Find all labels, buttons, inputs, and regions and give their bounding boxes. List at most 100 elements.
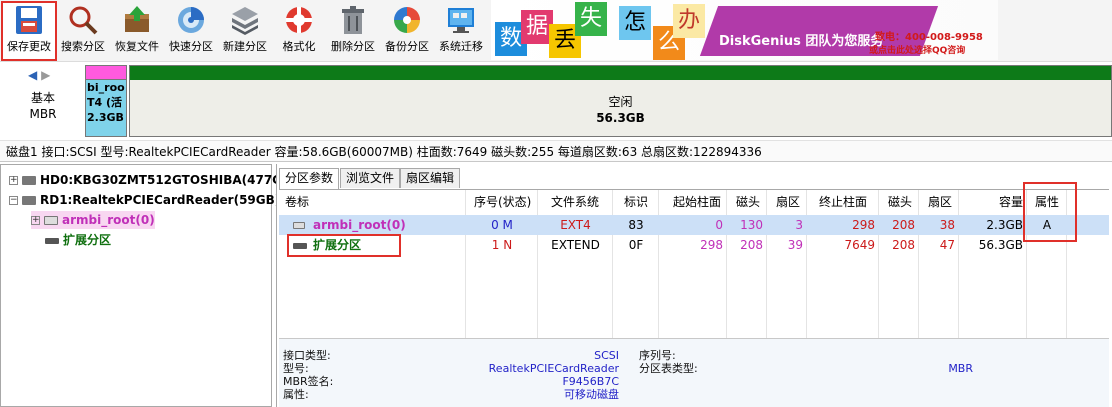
tree-item-rd1[interactable]: − RD1:RealtekPCIECardReader(59GB) xyxy=(9,191,280,209)
cell-start-cylinder: 0 xyxy=(715,218,723,232)
tab-sector-edit[interactable]: 扇区编辑 xyxy=(400,168,461,188)
cell-volume-label: armbi_root(0) xyxy=(313,218,406,232)
column-header[interactable]: 标识 xyxy=(624,190,648,215)
banner-tile: 怎 xyxy=(619,6,651,40)
column-header[interactable]: 序号(状态) xyxy=(474,190,531,215)
disk-info-bar: 磁盘1 接口:SCSI 型号:RealtekPCIECardReader 容量:… xyxy=(0,140,1112,162)
search-partition-button[interactable]: 搜索分区 xyxy=(56,2,110,60)
tab-browse-files[interactable]: 浏览文件 xyxy=(340,168,401,188)
banner-brand: DiskGenius 团队为您服务 xyxy=(719,34,884,49)
column-header[interactable]: 扇区 xyxy=(928,190,952,215)
delete-partition-button[interactable]: 删除分区 xyxy=(326,2,380,60)
cell-capacity: 2.3GB xyxy=(986,218,1023,232)
tree-item-extended-partition[interactable]: 扩展分区 xyxy=(45,231,111,249)
tree-item-label: armbi_root(0) xyxy=(62,213,155,227)
prop-label: 分区表类型: xyxy=(639,362,698,375)
free-space-size: 56.3GB xyxy=(596,111,645,125)
partition-icon xyxy=(44,216,58,225)
next-disk-icon[interactable]: ▶ xyxy=(41,68,50,82)
cell-capacity: 56.3GB xyxy=(978,238,1023,252)
promo-banner[interactable]: 数 据 丢 失 怎 么 办 DiskGenius 团队为您服务 致电：400-0… xyxy=(491,0,998,60)
disk-tree[interactable]: + HD0:KBG30ZMT512GTOSHIBA(477GB) − RD1:Rea… xyxy=(0,164,297,407)
partition-block-line3: 2.3GB xyxy=(87,111,124,124)
column-header[interactable]: 终止柱面 xyxy=(819,190,867,215)
prop-label: 序列号: xyxy=(639,349,676,362)
cell-id: 83 xyxy=(628,218,644,232)
system-migrate-label: 系统迁移 xyxy=(439,40,483,53)
new-partition-label: 新建分区 xyxy=(223,40,267,53)
cell-id: 0F xyxy=(628,238,644,252)
column-header[interactable]: 扇区 xyxy=(776,190,800,215)
tree-item-armbi-root[interactable]: + armbi_root(0) xyxy=(31,211,155,229)
prop-label: 属性: xyxy=(283,388,309,401)
quick-partition-button[interactable]: 快速分区 xyxy=(164,2,218,60)
cell-start-head: 208 xyxy=(740,238,763,252)
cell-end-head: 208 xyxy=(892,218,915,232)
cell-start-sector: 3 xyxy=(795,218,803,232)
format-icon xyxy=(283,4,315,36)
partition-block-line2: T4 (活 xyxy=(87,96,123,109)
new-partition-icon xyxy=(229,4,261,36)
table-row[interactable]: 扩展分区 1 N EXTEND 0F 298 208 39 7649 208 4… xyxy=(279,235,1109,255)
highlight-box xyxy=(287,234,401,257)
quick-partition-icon xyxy=(175,4,207,36)
recover-files-button[interactable]: 恢复文件 xyxy=(110,2,164,60)
properties-pane: 接口类型: 型号: MBR签名: 属性: SCSI RealtekPCIECar… xyxy=(279,338,1109,407)
format-button[interactable]: 格式化 xyxy=(272,2,326,60)
free-space-block[interactable]: 空闲 56.3GB xyxy=(129,65,1112,137)
column-header[interactable]: 卷标 xyxy=(285,190,309,215)
banner-phone: 致电：400-008-9958 xyxy=(875,32,983,43)
cell-index: 0 M xyxy=(491,218,513,232)
search-partition-label: 搜索分区 xyxy=(61,40,105,53)
disk-map: ◀ ▶ 基本 MBR bi_roo T4 (活 2.3GB 空闲 56.3GB xyxy=(0,62,1112,138)
system-migrate-button[interactable]: 系统迁移 xyxy=(434,2,488,60)
system-migrate-icon xyxy=(445,4,477,36)
banner-tile: 办 xyxy=(673,4,705,38)
cell-start-head: 130 xyxy=(740,218,763,232)
collapse-icon[interactable]: − xyxy=(9,196,18,205)
partition-block-armbi-root[interactable]: bi_roo T4 (活 2.3GB xyxy=(85,65,127,137)
extended-partition-icon xyxy=(45,237,59,244)
partition-icon xyxy=(293,222,305,229)
format-label: 格式化 xyxy=(282,40,316,53)
column-header[interactable]: 容量 xyxy=(999,190,1023,215)
prop-label: 接口类型: xyxy=(283,349,331,362)
prop-label: MBR签名: xyxy=(283,375,334,388)
disk-type-line1: 基本 xyxy=(30,91,55,105)
cell-index: 1 N xyxy=(491,238,513,252)
partition-color-bar xyxy=(86,66,126,80)
column-header[interactable]: 磁头 xyxy=(736,190,760,215)
hard-disk-icon xyxy=(22,176,36,185)
column-header[interactable]: 磁头 xyxy=(888,190,912,215)
search-partition-icon xyxy=(67,4,99,36)
recover-files-icon xyxy=(121,4,153,36)
highlight-box xyxy=(1023,182,1077,242)
backup-partition-icon xyxy=(391,4,423,36)
tab-partition-params[interactable]: 分区参数 xyxy=(279,168,340,189)
quick-partition-label: 快速分区 xyxy=(169,40,213,53)
new-partition-button[interactable]: 新建分区 xyxy=(218,2,272,60)
save-changes-icon xyxy=(13,4,45,36)
cell-end-sector: 47 xyxy=(939,238,955,252)
cell-end-cylinder: 7649 xyxy=(844,238,875,252)
disk-nav-arrows[interactable]: ◀ ▶ xyxy=(28,68,50,82)
save-changes-button[interactable]: 保存更改 xyxy=(1,1,57,61)
backup-partition-label: 备份分区 xyxy=(385,40,429,53)
expand-icon[interactable]: + xyxy=(31,216,40,225)
cell-end-cylinder: 298 xyxy=(852,218,875,232)
prev-disk-icon[interactable]: ◀ xyxy=(28,68,37,82)
banner-qq: 或点击此处选择QQ咨询 xyxy=(869,46,966,56)
prop-label: 型号: xyxy=(283,362,309,375)
backup-partition-button[interactable]: 备份分区 xyxy=(380,2,434,60)
tree-item-label: 扩展分区 xyxy=(63,233,112,247)
table-row[interactable]: armbi_root(0) 0 M EXT4 83 0 130 3 298 20… xyxy=(279,215,1109,235)
tree-item-hd0[interactable]: + HD0:KBG30ZMT512GTOSHIBA(477GB) xyxy=(9,171,297,189)
prop-value: SCSI xyxy=(594,349,619,362)
column-header[interactable]: 文件系统 xyxy=(551,190,599,215)
tree-item-label: HD0:KBG30ZMT512GTOSHIBA(477GB) xyxy=(40,173,297,187)
cell-start-sector: 39 xyxy=(787,238,803,252)
partition-panel: 分区参数 浏览文件 扇区编辑 卷标 序号(状态) 文件系统 标识 起始柱面 磁头… xyxy=(276,164,1112,407)
tree-item-label: RD1:RealtekPCIECardReader(59GB) xyxy=(40,193,281,207)
column-header[interactable]: 起始柱面 xyxy=(673,190,721,215)
expand-icon[interactable]: + xyxy=(9,176,18,185)
